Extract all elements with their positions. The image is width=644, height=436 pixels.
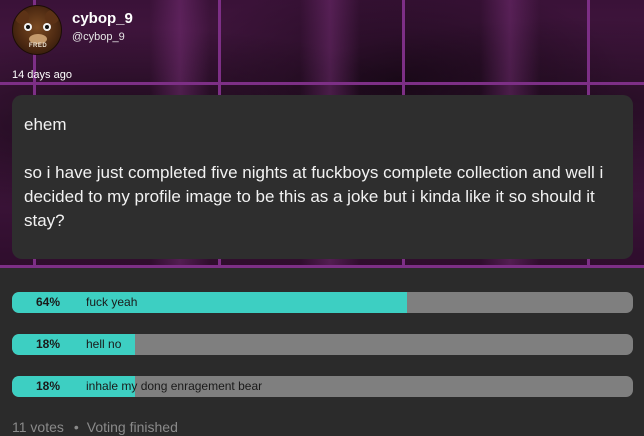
avatar-eye bbox=[24, 23, 32, 31]
poll-footer: 11 votes • Voting finished bbox=[12, 419, 178, 435]
user-handle[interactable]: @cybop_9 bbox=[72, 31, 125, 43]
poll-option-1[interactable]: 64% fuck yeah bbox=[12, 292, 633, 313]
poll-option-3[interactable]: 18% inhale my dong enragement bear bbox=[12, 376, 633, 397]
poll-option-label: hell no bbox=[86, 337, 122, 351]
post-timestamp: 14 days ago bbox=[12, 69, 72, 81]
separator-dot: • bbox=[73, 419, 79, 435]
poll-percent: 18% bbox=[35, 379, 61, 393]
poll-percent: 18% bbox=[35, 337, 61, 351]
poll-option-label: fuck yeah bbox=[86, 295, 138, 309]
poll-percent: 64% bbox=[35, 295, 61, 309]
avatar-ear bbox=[15, 10, 29, 24]
poll-option-2[interactable]: 18% hell no bbox=[12, 334, 633, 355]
avatar[interactable]: FRED bbox=[12, 5, 62, 55]
avatar-tag: FRED bbox=[28, 43, 48, 49]
avatar-eye bbox=[43, 23, 51, 31]
post-body: ehem so i have just completed five night… bbox=[12, 95, 633, 259]
vote-count: 11 votes bbox=[12, 419, 64, 435]
poll-option-label: inhale my dong enragement bear bbox=[86, 379, 263, 393]
post-text-paragraph: so i have just completed five nights at … bbox=[24, 163, 604, 230]
avatar-ear bbox=[45, 10, 59, 24]
post-text-line: ehem bbox=[24, 115, 67, 134]
username[interactable]: cybop_9 bbox=[72, 10, 133, 27]
poll-status: Voting finished bbox=[86, 419, 178, 435]
